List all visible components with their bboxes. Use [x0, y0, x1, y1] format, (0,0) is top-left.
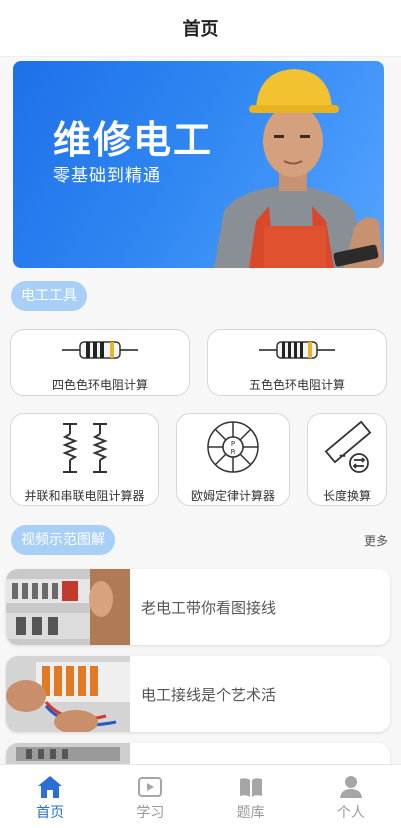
tool-series-parallel-calculator[interactable]: 并联和串联电阻计算器 [10, 413, 159, 506]
bottom-tab-bar: 首页 学习 题库 个人 [0, 764, 401, 828]
app-root: 首页 维修电工 零基础到精通 电工工具 四色色环电阻计算 五色色环电阻计算 并联… [0, 0, 401, 828]
video-thumbnail [6, 569, 130, 645]
videos-section-title: 视频示范图解 [11, 525, 115, 555]
tool-four-band-resistor[interactable]: 四色色环电阻计算 [10, 329, 190, 396]
banner-subline: 零基础到精通 [53, 166, 161, 186]
person-icon [339, 776, 362, 798]
video-thumbnail [6, 656, 130, 732]
tab-profile[interactable]: 个人 [301, 765, 401, 828]
top-bar: 首页 [0, 0, 401, 57]
tool-length-conversion[interactable]: 长度换算 [307, 413, 387, 506]
play-icon [138, 777, 163, 797]
video-item[interactable]: 电工接线是个艺术活 [6, 656, 390, 732]
tab-label: 首页 [36, 805, 65, 821]
promo-banner[interactable]: 维修电工 零基础到精通 [13, 61, 384, 268]
tab-label: 个人 [336, 805, 365, 821]
more-link[interactable]: 更多 [364, 532, 388, 549]
tool-label: 并联和串联电阻计算器 [24, 489, 145, 503]
tab-question-bank[interactable]: 题库 [201, 765, 301, 828]
series-parallel-resistor-icon [61, 423, 108, 473]
tool-ohms-law-calculator[interactable]: P R 欧姆定律计算器 [176, 413, 290, 506]
resistor-5band-icon [259, 341, 335, 359]
book-icon [239, 778, 262, 797]
tool-label: 欧姆定律计算器 [190, 489, 275, 503]
home-icon [38, 776, 63, 798]
tools-section-title: 电工工具 [11, 281, 87, 311]
video-title: 电工接线是个艺术活 [141, 685, 277, 704]
electrician-photo [214, 69, 384, 268]
resistor-4band-icon [62, 341, 138, 359]
tab-home[interactable]: 首页 [0, 765, 100, 828]
video-item[interactable]: 老电工带你看图接线 [6, 569, 390, 645]
tab-label: 学习 [136, 805, 165, 821]
tab-study[interactable]: 学习 [100, 765, 200, 828]
tool-label: 五色色环电阻计算 [248, 378, 345, 392]
banner-headline: 维修电工 [53, 118, 214, 162]
video-title: 老电工带你看图接线 [141, 598, 277, 617]
svg-text:R: R [231, 448, 236, 456]
svg-text:P: P [231, 440, 235, 448]
tool-five-band-resistor[interactable]: 五色色环电阻计算 [207, 329, 387, 396]
page-title: 首页 [182, 19, 219, 40]
ohms-law-wheel-icon: P R [207, 421, 259, 473]
tool-label: 长度换算 [322, 489, 371, 503]
tool-label: 四色色环电阻计算 [51, 378, 148, 392]
ruler-convert-icon [324, 420, 372, 473]
tab-label: 题库 [236, 805, 265, 821]
